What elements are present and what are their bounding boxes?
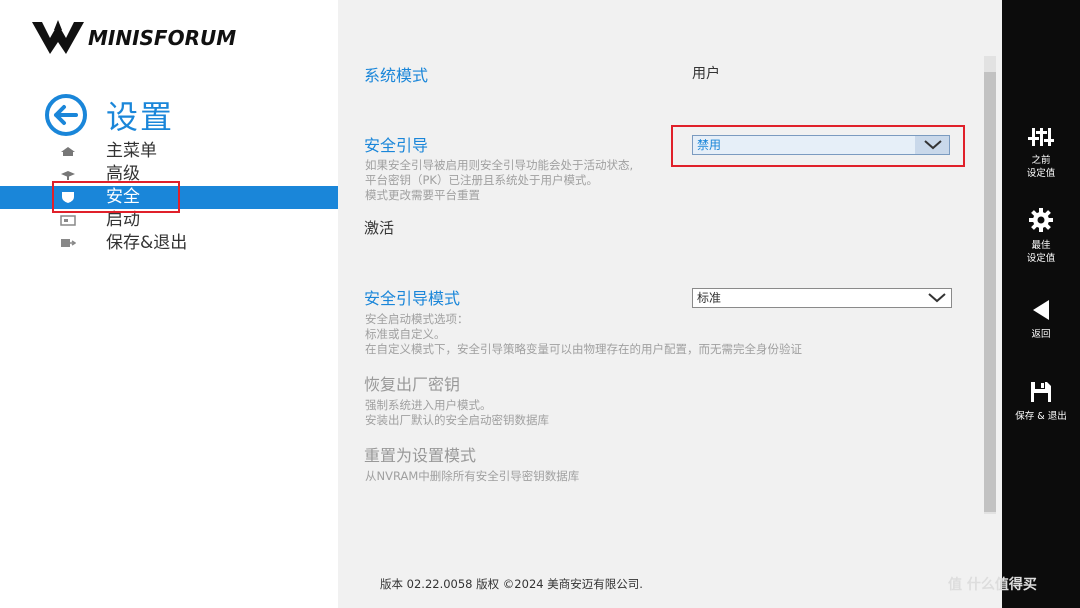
back-button[interactable]: 返回 <box>1002 298 1080 341</box>
boot-icon <box>60 215 76 226</box>
version-footer: 版本 02.22.0058 版权 ©2024 美商安迈有限公司. <box>380 577 643 591</box>
secure-boot-mode-label: 安全引导模式 <box>364 289 461 308</box>
save-exit-button[interactable]: 保存 & 退出 <box>1002 380 1080 423</box>
page-title: 设置 <box>106 98 175 136</box>
page-header: 设置 <box>44 92 174 138</box>
action-label: 最佳 设定值 <box>1002 239 1080 265</box>
sliders-icon <box>1028 128 1054 146</box>
save-exit-icon <box>61 239 76 247</box>
system-mode-value: 用户 <box>692 66 720 82</box>
brand-name: MINISFORUM <box>88 26 237 50</box>
action-label-line: 设定值 <box>1026 253 1056 264</box>
advanced-icon <box>61 171 75 180</box>
action-label: 返回 <box>1002 328 1080 341</box>
scrollbar[interactable] <box>984 56 996 514</box>
optimal-values-button[interactable]: 最佳 设定值 <box>1002 207 1080 265</box>
highlight-box-select <box>671 125 965 167</box>
secure-boot-state: 激活 <box>364 219 395 237</box>
sidebar-item-label: 保存&退出 <box>106 233 188 253</box>
floppy-icon <box>1031 382 1051 402</box>
reset-setup-mode-button[interactable]: 重置为设置模式 <box>364 442 476 466</box>
left-panel: MINISFORUM 设置 主菜单 高级 安全 启动 保存&退出 <box>0 0 338 608</box>
restore-keys-button[interactable]: 恢复出厂密钥 <box>364 371 460 395</box>
secure-boot-mode-select[interactable]: 标准 <box>692 288 952 308</box>
action-label: 之前 设定值 <box>1002 154 1080 180</box>
desc-line: 标准或自定义。 <box>365 327 446 341</box>
desc-line: 安装出厂默认的安全启动密钥数据库 <box>365 413 549 427</box>
sidebar-item-save-exit[interactable]: 保存&退出 <box>0 232 338 255</box>
highlight-box-nav <box>52 181 180 213</box>
home-icon <box>61 147 75 156</box>
scrollbar-thumb[interactable] <box>984 72 996 512</box>
restore-keys-desc: 强制系统进入用户模式。 安装出厂默认的安全启动密钥数据库 <box>365 398 549 428</box>
back-arrow-icon[interactable] <box>44 93 88 137</box>
secure-boot-desc: 如果安全引导被启用则安全引导功能会处于活动状态, 平台密钥（PK）已注册且系统处… <box>365 158 633 203</box>
desc-line: 安全启动模式选项： <box>365 312 469 326</box>
reset-setup-desc: 从NVRAM中删除所有安全引导密钥数据库 <box>365 469 579 484</box>
sidebar-item-label: 主菜单 <box>106 141 157 161</box>
secure-boot-label: 安全引导 <box>364 136 429 155</box>
action-label: 保存 & 退出 <box>1002 410 1080 423</box>
secure-boot-mode-desc: 安全启动模式选项： 标准或自定义。 在自定义模式下，安全引导策略变量可以由物理存… <box>365 312 802 357</box>
brand-logo: MINISFORUM <box>30 14 270 62</box>
desc-line: 平台密钥（PK）已注册且系统处于用户模式。 <box>365 173 598 187</box>
back-arrow-icon <box>1033 300 1049 320</box>
minisforum-logo-icon <box>32 20 84 54</box>
secure-boot-mode-value: 标准 <box>697 291 722 305</box>
previous-values-button[interactable]: 之前 设定值 <box>1002 126 1080 180</box>
watermark: 值 什么值得买 <box>948 577 1037 593</box>
desc-line: 如果安全引导被启用则安全引导功能会处于活动状态, <box>365 158 634 172</box>
desc-line: 强制系统进入用户模式。 <box>365 398 492 412</box>
action-sidebar: 之前 设定值 最佳 设定值 返回 保存 & 退出 <box>1002 0 1080 608</box>
gear-icon <box>1029 208 1053 232</box>
system-mode-label: 系统模式 <box>364 66 429 85</box>
sidebar-item-main[interactable]: 主菜单 <box>0 140 338 163</box>
action-label-line: 保存 & 退出 <box>1015 411 1067 422</box>
action-label-line: 返回 <box>1031 329 1051 340</box>
action-label-line: 之前 <box>1031 155 1051 166</box>
desc-line: 在自定义模式下，安全引导策略变量可以由物理存在的用户配置，而无需完全身份验证 <box>365 342 802 356</box>
chevron-down-icon <box>928 293 946 303</box>
action-label-line: 最佳 <box>1031 240 1051 251</box>
desc-line: 从NVRAM中删除所有安全引导密钥数据库 <box>365 469 580 483</box>
desc-line: 模式更改需要平台重置 <box>365 188 480 202</box>
action-label-line: 设定值 <box>1026 168 1056 179</box>
